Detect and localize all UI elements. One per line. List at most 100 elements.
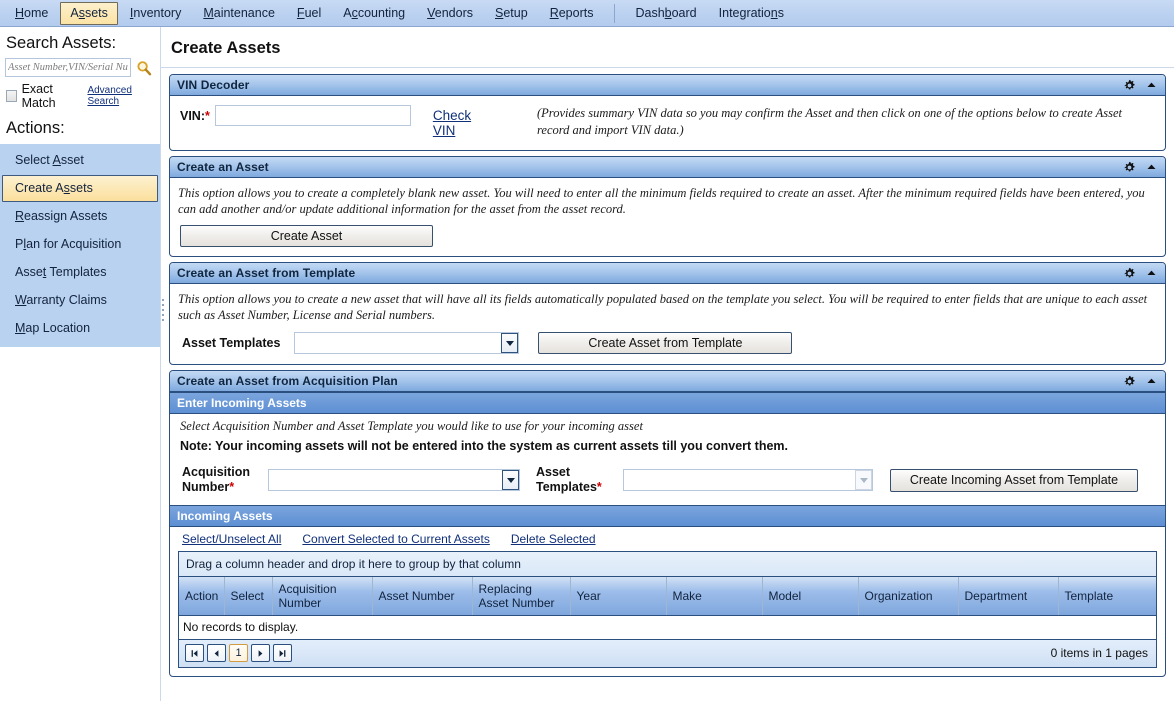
create-from-template-description: This option allows you to create a new a…	[178, 292, 1148, 322]
column-header-action[interactable]: Action	[179, 577, 225, 616]
chevron-down-icon[interactable]	[502, 470, 519, 490]
delete-selected-link[interactable]: Delete Selected	[511, 532, 596, 546]
tpl-label-line2: Templates	[536, 480, 597, 494]
column-header-model[interactable]: Model	[762, 577, 859, 616]
nav-item-home[interactable]: Home	[5, 2, 58, 25]
vin-input-row: VIN:* Check VIN (Provides summary VIN da…	[178, 103, 1157, 141]
acquisition-number-dropdown[interactable]	[268, 469, 520, 491]
column-header-asset-number[interactable]: Asset Number	[372, 577, 473, 616]
nav-item-label: A	[70, 5, 79, 20]
sidebar-item-select-asset[interactable]: Select Asset	[2, 147, 158, 174]
pager-info: 0 items in 1 pages	[1050, 646, 1148, 660]
panels-container: VIN Decoder VIN:* Check VIN (Provides su…	[161, 68, 1174, 677]
column-header-make[interactable]: Make	[666, 577, 763, 616]
create-incoming-asset-from-template-button[interactable]: Create Incoming Asset from Template	[890, 468, 1138, 492]
sidebar-item-map-location[interactable]: Map Location	[2, 315, 158, 342]
advanced-search-link[interactable]: Advanced Search	[87, 85, 155, 107]
nav-accel: V	[427, 5, 435, 20]
enter-incoming-assets-body: Select Acquisition Number and Asset Temp…	[170, 414, 1165, 505]
panel-header: VIN Decoder	[170, 75, 1165, 96]
column-header-select[interactable]: Select	[224, 577, 273, 616]
magnifier-icon[interactable]	[135, 59, 153, 77]
column-header-replacing-asset-number[interactable]: Replacing Asset Number	[472, 577, 571, 616]
page-next-icon[interactable]	[251, 644, 270, 662]
search-input[interactable]	[5, 58, 131, 77]
check-vin-link[interactable]: Check VIN	[433, 105, 496, 138]
sidebar-item-create-assets[interactable]: Create Assets	[2, 175, 158, 202]
sidebar: Search Assets: Exact Match Advanced Sear…	[0, 27, 164, 701]
chevron-down-icon[interactable]	[855, 470, 872, 490]
group-by-dropzone[interactable]: Drag a column header and drop it here to…	[179, 552, 1156, 577]
asset-templates-dropdown[interactable]	[294, 332, 520, 354]
exact-match-checkbox[interactable]	[6, 90, 17, 102]
nav-item-label-2: sets	[84, 5, 108, 20]
page-number-1[interactable]: 1	[229, 644, 248, 662]
nav-accel: n	[770, 5, 778, 20]
select-unselect-all-link[interactable]: Select/Unselect All	[182, 532, 281, 546]
accel: W	[15, 293, 27, 307]
vin-label-text: VIN:	[180, 109, 205, 123]
nav-item-label: etup	[503, 5, 528, 20]
sidebar-splitter-handle[interactable]	[160, 293, 165, 327]
exact-match-label: Exact Match	[21, 82, 56, 110]
nav-item-dashboard[interactable]: Dashboard	[625, 2, 706, 25]
sidebar-item-warranty-claims[interactable]: Warranty Claims	[2, 287, 158, 314]
nav-item-label: Dash	[635, 5, 665, 20]
panel-body: VIN:* Check VIN (Provides summary VIN da…	[170, 96, 1165, 150]
gear-icon[interactable]	[1123, 267, 1136, 280]
nav-item-label: eports	[558, 5, 594, 20]
panel-title: Create an Asset	[177, 160, 269, 174]
convert-selected-link[interactable]: Convert Selected to Current Assets	[302, 532, 489, 546]
vin-note: (Provides summary VIN data so you may co…	[537, 106, 1122, 137]
gear-icon[interactable]	[1123, 161, 1136, 174]
panel-create-asset-from-acquisition-plan: Create an Asset from Acquisition Plan En…	[169, 370, 1166, 677]
chevron-up-icon[interactable]	[1146, 81, 1157, 89]
nav-accel: H	[15, 5, 25, 20]
panel-title: VIN Decoder	[177, 78, 250, 92]
nav-item-vendors[interactable]: Vendors	[417, 2, 483, 25]
page-first-icon[interactable]	[185, 644, 204, 662]
panel-header: Create an Asset from Acquisition Plan	[170, 371, 1165, 392]
grip-dot	[161, 299, 164, 301]
column-header-acquisition-number[interactable]: Acquisition Number	[272, 577, 373, 616]
accel: s	[63, 181, 70, 195]
page-last-icon[interactable]	[273, 644, 292, 662]
chevron-up-icon[interactable]	[1146, 163, 1157, 171]
page-prev-icon[interactable]	[207, 644, 226, 662]
panel-header: Create an Asset from Template	[170, 263, 1165, 284]
sidebar-item-plan-for-acquisition[interactable]: Plan for Acquisition	[2, 231, 158, 258]
app-shell: Search Assets: Exact Match Advanced Sear…	[0, 27, 1174, 701]
column-header-organization[interactable]: Organization	[858, 577, 959, 616]
vin-input[interactable]	[214, 105, 411, 126]
grid-table: Action Select Acquisition Number Asset N…	[179, 577, 1156, 616]
chevron-up-icon[interactable]	[1146, 377, 1157, 385]
template-select-row: Asset Templates Create Asset from Templa…	[178, 323, 1157, 355]
column-header-department[interactable]: Department	[958, 577, 1059, 616]
nav-item-setup[interactable]: Setup	[485, 2, 538, 25]
gear-icon[interactable]	[1123, 375, 1136, 388]
enter-incoming-assets-header: Enter Incoming Assets	[170, 392, 1165, 414]
search-heading: Search Assets:	[6, 34, 117, 52]
nav-item-assets[interactable]: Assets	[60, 1, 118, 25]
nav-item-fuel[interactable]: Fuel	[287, 2, 331, 25]
nav-item-inventory[interactable]: Inventory	[120, 2, 191, 25]
panel-title: Create an Asset from Template	[177, 266, 356, 280]
nav-separator	[614, 3, 616, 23]
chevron-up-icon[interactable]	[1146, 269, 1157, 277]
nav-item-maintenance[interactable]: Maintenance	[193, 2, 285, 25]
sidebar-item-asset-templates[interactable]: Asset Templates	[2, 259, 158, 286]
nav-item-accounting[interactable]: Accounting	[333, 2, 415, 25]
nav-item-integrations[interactable]: Integrations	[709, 2, 794, 25]
column-header-year[interactable]: Year	[570, 577, 667, 616]
nav-item-reports[interactable]: Reports	[540, 2, 604, 25]
asset-templates-dropdown-acq[interactable]	[623, 469, 873, 491]
chevron-down-icon[interactable]	[501, 333, 519, 353]
sidebar-item-reassign-assets[interactable]: Reassign Assets	[2, 203, 158, 230]
create-asset-button[interactable]: Create Asset	[180, 225, 433, 247]
actions-heading: Actions:	[6, 119, 65, 137]
gear-icon[interactable]	[1123, 79, 1136, 92]
nav-accel: M	[203, 5, 214, 20]
column-header-template[interactable]: Template	[1058, 577, 1156, 616]
grip-dot	[161, 319, 164, 321]
create-asset-from-template-button[interactable]: Create Asset from Template	[538, 332, 793, 354]
